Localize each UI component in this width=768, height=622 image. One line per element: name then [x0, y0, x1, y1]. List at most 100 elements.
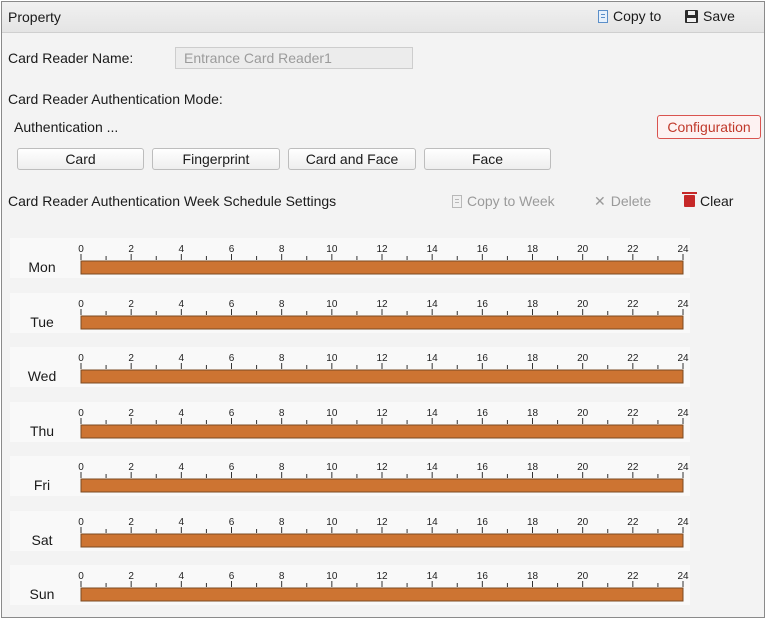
- hour-tick-label: 6: [229, 244, 235, 255]
- hour-tick-label: 10: [326, 353, 338, 364]
- hour-tick-label: 22: [627, 462, 639, 473]
- hour-tick-label: 20: [577, 571, 589, 582]
- copy-to-button[interactable]: Copy to: [598, 8, 661, 24]
- delete-label: Delete: [610, 193, 652, 209]
- day-row-tue: Tue 0 2 4 6 8 10 12 14 16 18 20 22 24: [10, 293, 690, 333]
- hour-tick-label: 2: [128, 571, 134, 582]
- hour-tick-label: 18: [527, 517, 539, 528]
- trash-icon: [682, 192, 697, 207]
- day-label: Thu: [29, 423, 55, 439]
- timeline-thu[interactable]: 0 2 4 6 8 10 12 14 16 18 20 22 24: [72, 402, 690, 442]
- hour-tick-label: 2: [128, 462, 134, 473]
- hour-tick-label: 16: [477, 462, 489, 473]
- mode-card-and-face-button[interactable]: Card and Face: [288, 148, 416, 170]
- card-reader-property-panel: Property Copy to Save Card Reader Name: …: [1, 1, 765, 618]
- hour-tick-label: 0: [78, 299, 84, 310]
- schedule-segment[interactable]: [80, 424, 684, 439]
- day-label: Sun: [29, 586, 55, 602]
- hour-tick-label: 24: [677, 408, 689, 419]
- hour-tick-label: 12: [376, 353, 388, 364]
- hour-tick-label: 16: [477, 353, 489, 364]
- hour-tick-label: 18: [527, 408, 539, 419]
- hour-tick-label: 24: [677, 517, 689, 528]
- configuration-button[interactable]: Configuration: [657, 115, 761, 139]
- hour-tick-label: 12: [376, 408, 388, 419]
- hour-tick-label: 22: [627, 517, 639, 528]
- hour-tick-label: 12: [376, 517, 388, 528]
- hour-tick-label: 22: [627, 244, 639, 255]
- hour-tick-label: 16: [477, 571, 489, 582]
- hour-tick-label: 0: [78, 462, 84, 473]
- schedule-segment[interactable]: [80, 315, 684, 330]
- day-row-wed: Wed 0 2 4 6 8 10 12 14 16 18 20 22 24: [10, 347, 690, 387]
- hour-tick-label: 6: [229, 299, 235, 310]
- save-label: Save: [703, 8, 735, 24]
- hour-tick-label: 14: [427, 517, 439, 528]
- hour-tick-label: 4: [179, 571, 185, 582]
- hour-tick-label: 4: [179, 353, 185, 364]
- hour-tick-label: 8: [279, 462, 285, 473]
- schedule-segment[interactable]: [80, 369, 684, 384]
- hour-tick-label: 8: [279, 571, 285, 582]
- panel-header: Property Copy to Save: [2, 2, 764, 33]
- hour-tick-label: 14: [427, 571, 439, 582]
- timeline-sat[interactable]: 0 2 4 6 8 10 12 14 16 18 20 22 24: [72, 511, 690, 551]
- hour-tick-label: 14: [427, 353, 439, 364]
- timeline-wed[interactable]: 0 2 4 6 8 10 12 14 16 18 20 22 24: [72, 347, 690, 387]
- hour-tick-label: 22: [627, 353, 639, 364]
- hour-tick-label: 10: [326, 244, 338, 255]
- timeline-sun[interactable]: 0 2 4 6 8 10 12 14 16 18 20 22 24: [72, 565, 690, 605]
- hour-tick-label: 24: [677, 462, 689, 473]
- day-row-sat: Sat 0 2 4 6 8 10 12 14 16 18 20 22 24: [10, 511, 690, 551]
- hour-tick-label: 2: [128, 408, 134, 419]
- panel-title: Property: [8, 9, 61, 25]
- hour-tick-label: 24: [677, 353, 689, 364]
- delete-button[interactable]: ✕ Delete: [594, 193, 651, 209]
- day-row-sun: Sun 0 2 4 6 8 10 12 14 16 18 20 22 24: [10, 565, 690, 605]
- hour-tick-label: 20: [577, 408, 589, 419]
- hour-tick-label: 20: [577, 299, 589, 310]
- hour-tick-label: 2: [128, 244, 134, 255]
- schedule-segment[interactable]: [80, 260, 684, 275]
- day-row-mon: Mon 0 2 4 6 8 10 12 14 16 18 20 22 24: [10, 238, 690, 278]
- hour-tick-label: 18: [527, 462, 539, 473]
- mode-fingerprint-button[interactable]: Fingerprint: [152, 148, 280, 170]
- hour-tick-label: 4: [179, 244, 185, 255]
- hour-tick-label: 18: [527, 571, 539, 582]
- hour-tick-label: 8: [279, 299, 285, 310]
- timeline-mon[interactable]: 0 2 4 6 8 10 12 14 16 18 20 22 24: [72, 238, 690, 278]
- hour-tick-label: 18: [527, 353, 539, 364]
- save-button[interactable]: Save: [685, 8, 735, 24]
- day-label: Fri: [33, 477, 51, 493]
- copy-to-week-button[interactable]: Copy to Week: [452, 193, 555, 209]
- hour-tick-label: 24: [677, 571, 689, 582]
- schedule-segment[interactable]: [80, 587, 684, 602]
- day-label: Tue: [30, 314, 54, 330]
- timeline-tue[interactable]: 0 2 4 6 8 10 12 14 16 18 20 22 24: [72, 293, 690, 333]
- hour-tick-label: 6: [229, 571, 235, 582]
- schedule-segment[interactable]: [80, 478, 684, 493]
- hour-tick-label: 22: [627, 571, 639, 582]
- hour-tick-label: 6: [229, 353, 235, 364]
- mode-face-button[interactable]: Face: [424, 148, 551, 170]
- hour-tick-label: 10: [326, 517, 338, 528]
- hour-tick-label: 2: [128, 299, 134, 310]
- day-label: Mon: [28, 259, 56, 275]
- timeline-fri[interactable]: 0 2 4 6 8 10 12 14 16 18 20 22 24: [72, 456, 690, 496]
- close-icon: ✕: [594, 193, 606, 209]
- hour-tick-label: 8: [279, 517, 285, 528]
- hour-tick-label: 0: [78, 244, 84, 255]
- mode-card-button[interactable]: Card: [17, 148, 144, 170]
- hour-tick-label: 4: [179, 462, 185, 473]
- schedule-segment[interactable]: [80, 533, 684, 548]
- hour-tick-label: 16: [477, 244, 489, 255]
- hour-tick-label: 10: [326, 299, 338, 310]
- week-schedule-title: Card Reader Authentication Week Schedule…: [8, 193, 337, 209]
- hour-tick-label: 6: [229, 408, 235, 419]
- hour-tick-label: 10: [326, 571, 338, 582]
- hour-tick-label: 12: [376, 244, 388, 255]
- clear-button[interactable]: Clear: [682, 192, 733, 209]
- card-reader-name-input[interactable]: [175, 47, 413, 69]
- hour-tick-label: 16: [477, 408, 489, 419]
- day-row-thu: Thu 0 2 4 6 8 10 12 14 16 18 20 22 24: [10, 402, 690, 442]
